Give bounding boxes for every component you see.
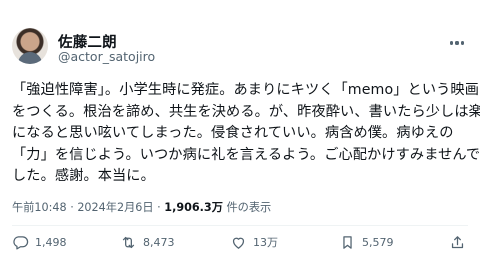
- avatar-shirt: [18, 52, 42, 64]
- meta-separator: ·: [70, 201, 74, 214]
- post-time[interactable]: 午前10:48: [12, 201, 67, 214]
- post-text: 「強迫性障害」。小学生時に発症。あまりにキツく「memo」という映画 をつくる。…: [12, 80, 480, 188]
- reply-bubble-icon: [13, 235, 29, 250]
- meta-separator: ·: [157, 201, 161, 214]
- bookmark-button[interactable]: 5,579: [339, 232, 394, 252]
- bookmark-icon: [343, 235, 352, 249]
- reply-button[interactable]: 1,498: [12, 232, 67, 252]
- bookmark-count: 5,579: [362, 235, 394, 249]
- post-date[interactable]: 2024年2月6日: [77, 201, 153, 214]
- heart-icon: [232, 237, 245, 249]
- view-count: 1,906.3万: [164, 201, 223, 214]
- author-handle[interactable]: @actor_satojiro: [58, 49, 155, 64]
- share-button[interactable]: [449, 232, 466, 252]
- more-dots-icon[interactable]: [448, 36, 466, 50]
- post-meta: 午前10:48 · 2024年2月6日 · 1,906.3万 件の表示: [12, 199, 271, 215]
- reply-count: 1,498: [35, 235, 67, 249]
- avatar[interactable]: [12, 28, 48, 64]
- post-line: になると思い呟いてしまった。侵食されていい。病含め僕。病ゆえの: [12, 125, 454, 142]
- like-count: 13万: [253, 236, 278, 249]
- post-line: 「力」を信じよう。いつか病に礼を言えるよう。ご心配かけすみませんで: [12, 146, 480, 163]
- post-header: 佐藤二朗 @actor_satojiro: [12, 28, 468, 70]
- like-button[interactable]: 13万: [230, 232, 278, 252]
- action-bar: 1,498 8,473 13万 5,579: [12, 232, 468, 252]
- view-count-suffix: 件の表示: [226, 201, 272, 214]
- repost-button[interactable]: 8,473: [120, 232, 175, 252]
- share-upload-icon: [451, 235, 464, 248]
- post-line: 「強迫性障害」。小学生時に発症。あまりにキツく「memo」という映画: [12, 82, 479, 98]
- divider: [12, 225, 468, 226]
- post-line: した。感謝。本当に。: [12, 168, 155, 185]
- repost-arrows-icon: [122, 236, 135, 248]
- post-line: をつくる。根治を諦め、共生を決める。が、昨夜酔い、書いたら少しは楽: [12, 103, 480, 120]
- repost-count: 8,473: [143, 235, 175, 249]
